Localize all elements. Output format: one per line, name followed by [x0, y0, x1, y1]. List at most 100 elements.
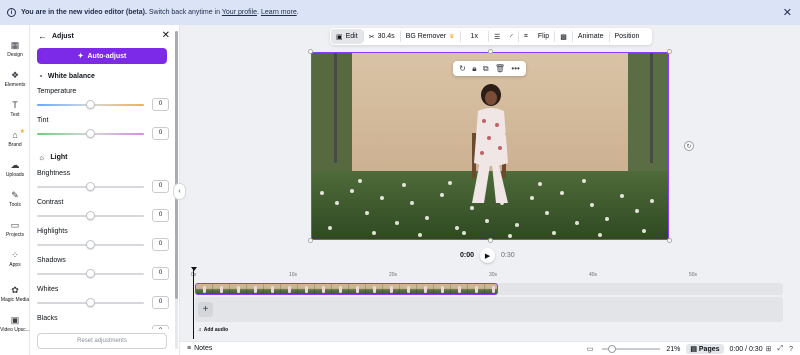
crown-icon: ♛ — [449, 34, 455, 40]
slider-knob[interactable] — [86, 129, 95, 138]
refresh-icon[interactable]: ↻ — [459, 64, 466, 73]
close-panel-icon[interactable]: ✕ — [162, 30, 170, 41]
resize-handle-tl[interactable] — [308, 49, 313, 54]
play-button[interactable]: ▶ — [480, 248, 496, 263]
clip-thumbnail-figure — [288, 286, 291, 293]
slider-value-input[interactable]: 0 — [152, 180, 169, 193]
clip-thumbnail-figure — [424, 286, 427, 293]
resize-handle-br[interactable] — [667, 238, 672, 243]
highlights-slider[interactable]: Highlights 0 — [37, 228, 169, 257]
slider-value-input[interactable]: 0 — [152, 238, 169, 251]
clip-thumbnail — [315, 284, 332, 294]
corner-rounding-button[interactable]: ◜ — [505, 29, 518, 44]
crop-button[interactable]: ⌗ — [519, 29, 533, 44]
slider-knob[interactable] — [86, 298, 95, 307]
clip-thumbnail-figure — [305, 286, 308, 293]
shadows-slider[interactable]: Shadows 0 — [37, 257, 169, 286]
pages-button[interactable]: ▤ Pages — [686, 344, 724, 354]
scissors-icon: ✂ — [368, 33, 375, 41]
collapse-panel-icon[interactable]: ‹ — [173, 183, 186, 200]
profile-link[interactable]: Your profile — [222, 9, 257, 16]
rail-label: Apps — [9, 262, 21, 268]
transparency-button[interactable]: ▩ — [555, 29, 572, 44]
tint-slider[interactable]: Tint 0 — [37, 117, 169, 146]
bg-remover-button[interactable]: BG Remover ♛ — [401, 29, 460, 44]
slider-knob[interactable] — [86, 100, 95, 109]
blacks-slider[interactable]: Blacks 0 — [37, 315, 169, 329]
slider-value-input[interactable]: 0 — [152, 209, 169, 222]
zoom-level[interactable]: 21% — [666, 346, 680, 353]
rail-item-brand[interactable]: ⌂ ★ Brand — [0, 123, 30, 151]
clip-thumbnail-figure — [322, 286, 325, 293]
banner-text: Switch back anytime in — [148, 9, 221, 16]
slider-knob[interactable] — [86, 240, 95, 249]
playhead-marker[interactable] — [191, 267, 197, 271]
slider-knob[interactable] — [86, 182, 95, 191]
slider-value-input[interactable]: 0 — [152, 267, 169, 280]
contrast-slider[interactable]: Contrast 0 — [37, 199, 169, 228]
add-track-button[interactable]: + — [198, 302, 213, 317]
help-icon[interactable]: ? — [789, 346, 793, 353]
banner-period: . — [257, 9, 259, 16]
pages-icon: ▤ — [690, 346, 699, 353]
slider-knob[interactable] — [86, 269, 95, 278]
resize-handle-tr[interactable] — [667, 49, 672, 54]
auto-adjust-button[interactable]: ✦ Auto-adjust — [37, 48, 167, 64]
slider-knob[interactable] — [86, 211, 95, 220]
playhead[interactable] — [193, 269, 194, 339]
clip-thumbnail — [451, 284, 468, 294]
timeline-ruler[interactable]: 0s 10s 20s 30s 40s 50s — [186, 266, 800, 280]
trash-icon[interactable]: 🗑︎ — [495, 64, 505, 73]
slider-value-input[interactable]: 0 — [152, 296, 169, 309]
temperature-slider[interactable]: Temperature 0 — [37, 88, 169, 117]
resize-handle-top[interactable] — [488, 49, 493, 54]
notes-button[interactable]: ≡ Notes — [187, 345, 212, 352]
white-balance-label: White balance — [47, 73, 95, 80]
position-button[interactable]: Position — [610, 29, 645, 44]
scrollbar-thumb[interactable] — [175, 31, 178, 299]
resize-handle-bottom[interactable] — [488, 238, 493, 243]
learn-more-link[interactable]: Learn more — [261, 9, 297, 16]
rail-item-projects[interactable]: ▭ Projects — [0, 213, 30, 241]
trim-duration-button[interactable]: ✂ 30.4s — [364, 29, 400, 44]
slider-value-input[interactable]: 0 — [152, 98, 169, 111]
clip-thumbnail-figure — [237, 286, 240, 293]
rail-item-video-upscaler[interactable]: ▣ Video Upsc... — [0, 308, 30, 336]
duplicate-icon[interactable]: ⧉ — [483, 64, 489, 74]
video-clip[interactable] — [195, 283, 498, 295]
slider-value-input[interactable]: 0 — [152, 127, 169, 140]
banner-lead: You are in the new video editor (beta). — [21, 9, 147, 16]
animate-button[interactable]: Animate — [573, 29, 609, 44]
rail-item-elements[interactable]: ❖ Elements — [0, 63, 30, 91]
screen-icon[interactable]: ▭ — [587, 345, 594, 353]
slider-label: Whites — [37, 286, 59, 293]
zoom-knob[interactable] — [608, 345, 617, 353]
lock-icon[interactable]: 🔒︎ — [472, 64, 476, 74]
rail-item-uploads[interactable]: ☁ Uploads — [0, 153, 30, 181]
speed-button[interactable]: 1x — [461, 29, 488, 44]
flip-button[interactable]: Flip — [533, 29, 554, 44]
zoom-slider[interactable] — [602, 345, 661, 353]
resize-handle-bl[interactable] — [308, 238, 313, 243]
rail-item-text[interactable]: T Text — [0, 93, 30, 121]
close-icon[interactable]: ✕ — [783, 6, 792, 19]
rail-item-design[interactable]: ▦ Design — [0, 33, 30, 61]
slider-label: Highlights — [37, 228, 68, 235]
line-style-button[interactable]: ☰ — [489, 29, 505, 44]
slider-value-input[interactable]: 0 — [152, 325, 169, 329]
fullscreen-icon[interactable]: ⤢ — [777, 345, 783, 353]
reset-adjustments-button[interactable]: Reset adjustments — [37, 333, 167, 349]
clip-thumbnail — [434, 284, 451, 294]
edit-button[interactable]: ▣ Edit — [331, 29, 363, 44]
add-audio-button[interactable]: ♫ Add audio — [198, 327, 228, 333]
rail-item-tools[interactable]: ✎ Tools — [0, 183, 30, 211]
rail-item-magic-media[interactable]: ✿ Magic Media — [0, 278, 30, 306]
back-arrow-icon[interactable]: ← — [38, 31, 47, 41]
rail-item-apps[interactable]: ⁘ Apps — [0, 243, 30, 271]
rotate-icon[interactable]: ↻ — [684, 141, 694, 151]
grid-view-icon[interactable]: ⊞ — [766, 345, 772, 353]
brightness-slider[interactable]: Brightness 0 — [37, 170, 169, 199]
more-options-icon[interactable]: ••• — [511, 64, 519, 73]
whites-slider[interactable]: Whites 0 — [37, 286, 169, 315]
video-canvas[interactable] — [311, 52, 669, 240]
